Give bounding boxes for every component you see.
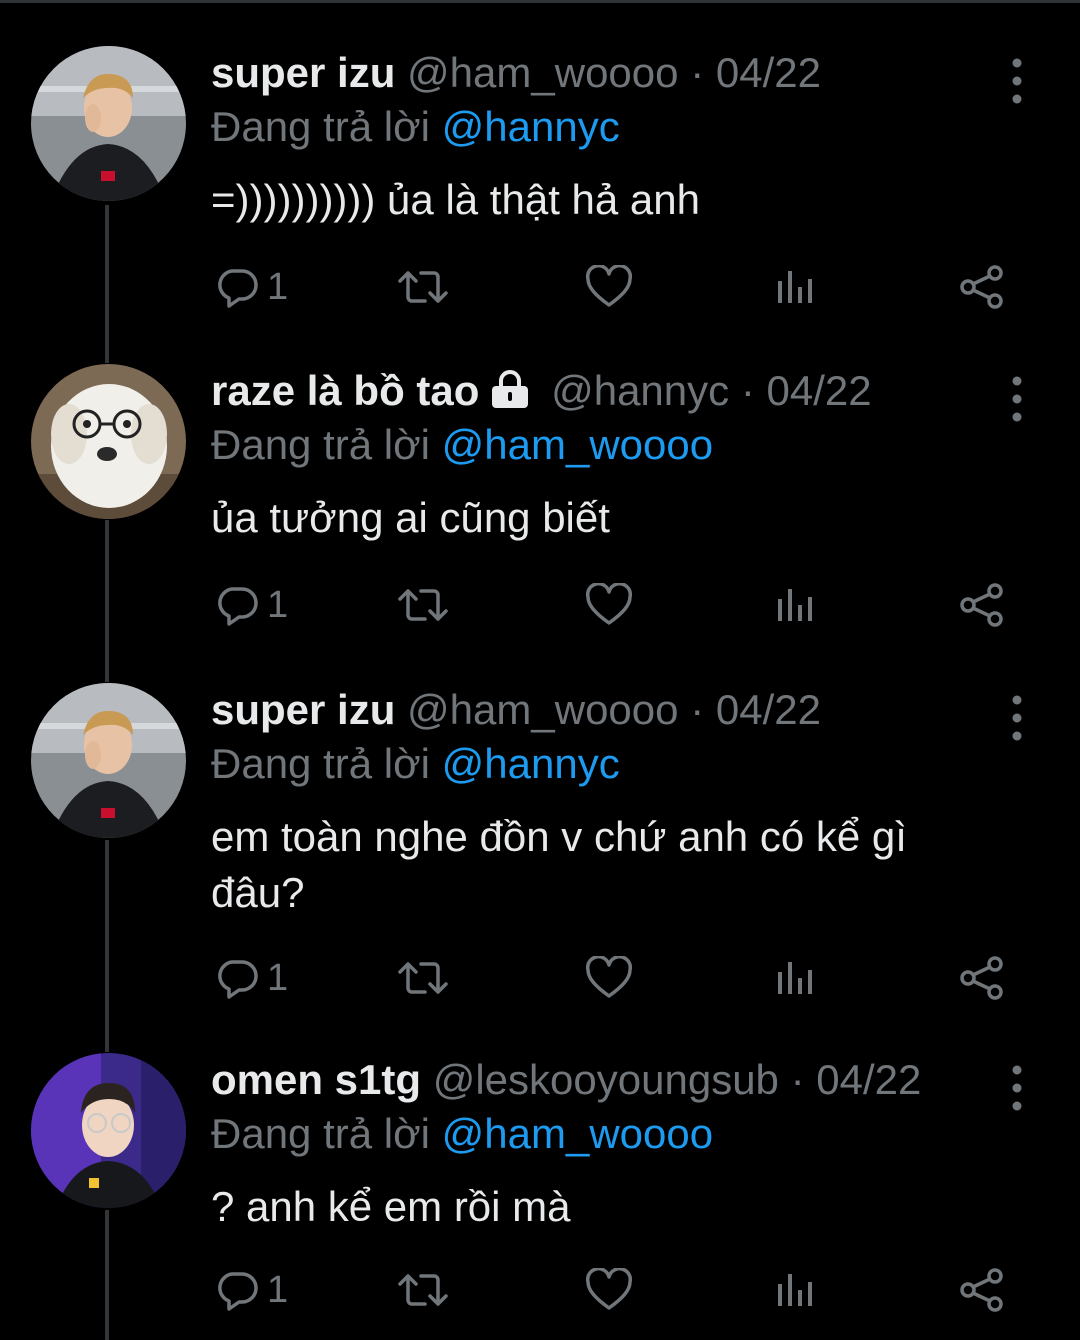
tweet-date[interactable]: 04/22 [716, 49, 821, 96]
share-icon [960, 1268, 1003, 1312]
replying-to: Đang trả lời @ham_woooo [211, 420, 713, 470]
reply-count: 1 [267, 583, 289, 626]
share-icon [960, 956, 1003, 1000]
tweet-header: super izu @ham_woooo · 04/22 [211, 685, 821, 735]
action-bar: 1 [211, 1265, 1031, 1315]
tweet-text: em toàn nghe đồn v chứ anh có kể gì đâu? [211, 813, 907, 916]
reply-count: 1 [267, 265, 289, 308]
like-button[interactable] [585, 580, 633, 630]
action-bar: 1 [211, 953, 1031, 1003]
reply-icon [218, 587, 258, 626]
display-name[interactable]: super izu [211, 49, 395, 96]
avatar[interactable] [31, 364, 186, 519]
action-bar: 1 [211, 580, 1031, 630]
user-handle[interactable]: @ham_woooo [407, 686, 678, 733]
tweet-text: =)))))))))) ủa là thật hả anh [211, 176, 700, 223]
reply-button[interactable]: 1 [215, 580, 288, 630]
more-vertical-icon[interactable] [1006, 58, 1028, 104]
views-button[interactable] [775, 262, 815, 312]
top-divider [0, 0, 1080, 3]
share-button[interactable] [959, 580, 1005, 630]
replying-to-label: Đang trả lời [211, 103, 430, 150]
like-button[interactable] [585, 953, 633, 1003]
heart-icon [585, 583, 633, 625]
retweet-icon [398, 589, 448, 621]
tweet-date[interactable]: 04/22 [767, 367, 872, 414]
mention-link[interactable]: @hannyc [442, 103, 620, 150]
reply-icon [218, 269, 258, 308]
replying-to-label: Đang trả lời [211, 1110, 430, 1157]
analytics-icon [778, 271, 812, 303]
share-button[interactable] [959, 1265, 1005, 1315]
retweet-button[interactable] [397, 953, 449, 1003]
heart-icon [585, 1268, 633, 1310]
retweet-button[interactable] [397, 1265, 449, 1315]
tweet-date[interactable]: 04/22 [716, 686, 821, 733]
views-button[interactable] [775, 580, 815, 630]
separator: · [690, 686, 705, 733]
mention-link[interactable]: @ham_woooo [442, 421, 713, 468]
thread-connector [105, 840, 109, 1052]
share-icon [960, 265, 1003, 309]
replying-to: Đang trả lời @hannyc [211, 739, 620, 789]
reply-count: 1 [267, 1268, 289, 1311]
action-bar: 1 [211, 262, 1031, 312]
reply-button[interactable]: 1 [215, 953, 288, 1003]
mention-link[interactable]: @hannyc [442, 740, 620, 787]
avatar[interactable] [31, 683, 186, 838]
replying-to-label: Đang trả lời [211, 421, 430, 468]
heart-icon [585, 956, 633, 998]
share-button[interactable] [959, 953, 1005, 1003]
display-name[interactable]: raze là bồ tao [211, 367, 479, 414]
user-handle[interactable]: @hannyc [551, 367, 729, 414]
analytics-icon [778, 962, 812, 994]
replying-to: Đang trả lời @ham_woooo [211, 1109, 713, 1159]
tweet-text: ủa tưởng ai cũng biết [211, 494, 610, 541]
display-name[interactable]: super izu [211, 686, 395, 733]
analytics-icon [778, 1274, 812, 1306]
more-vertical-icon[interactable] [1006, 695, 1028, 741]
share-icon [960, 583, 1003, 627]
reply-button[interactable]: 1 [215, 1265, 288, 1315]
separator: · [740, 367, 755, 414]
tweet-header: raze là bồ tao @hannyc · 04/22 [211, 366, 872, 416]
separator: · [690, 49, 705, 96]
avatar[interactable] [31, 46, 186, 201]
display-name[interactable]: omen s1tg [211, 1056, 421, 1103]
thread-connector [105, 1210, 109, 1340]
retweet-button[interactable] [397, 262, 449, 312]
views-button[interactable] [775, 1265, 815, 1315]
user-handle[interactable]: @ham_woooo [407, 49, 678, 96]
replying-to-label: Đang trả lời [211, 740, 430, 787]
retweet-icon [398, 1274, 448, 1306]
analytics-icon [778, 589, 812, 621]
tweet-header: omen s1tg @leskooyoungsub · 04/22 [211, 1055, 921, 1105]
tweet-text: ? anh kể em rồi mà [211, 1183, 571, 1230]
mention-link[interactable]: @ham_woooo [442, 1110, 713, 1157]
avatar[interactable] [31, 1053, 186, 1208]
thread-connector [105, 205, 109, 363]
tweet-date[interactable]: 04/22 [816, 1056, 921, 1103]
reply-icon [218, 1272, 258, 1311]
tweet-header: super izu @ham_woooo · 04/22 [211, 48, 821, 98]
like-button[interactable] [585, 1265, 633, 1315]
reply-button[interactable]: 1 [215, 262, 288, 312]
share-button[interactable] [959, 262, 1005, 312]
retweet-icon [398, 962, 448, 994]
more-vertical-icon[interactable] [1006, 376, 1028, 422]
lock-icon [492, 370, 529, 408]
like-button[interactable] [585, 262, 633, 312]
separator: · [790, 1056, 805, 1103]
more-vertical-icon[interactable] [1006, 1065, 1028, 1111]
reply-count: 1 [267, 956, 289, 999]
heart-icon [585, 265, 633, 307]
replying-to: Đang trả lời @hannyc [211, 102, 620, 152]
views-button[interactable] [775, 953, 815, 1003]
retweet-button[interactable] [397, 580, 449, 630]
thread-connector [105, 520, 109, 682]
retweet-icon [398, 271, 448, 303]
reply-icon [218, 960, 258, 999]
user-handle[interactable]: @leskooyoungsub [433, 1056, 779, 1103]
